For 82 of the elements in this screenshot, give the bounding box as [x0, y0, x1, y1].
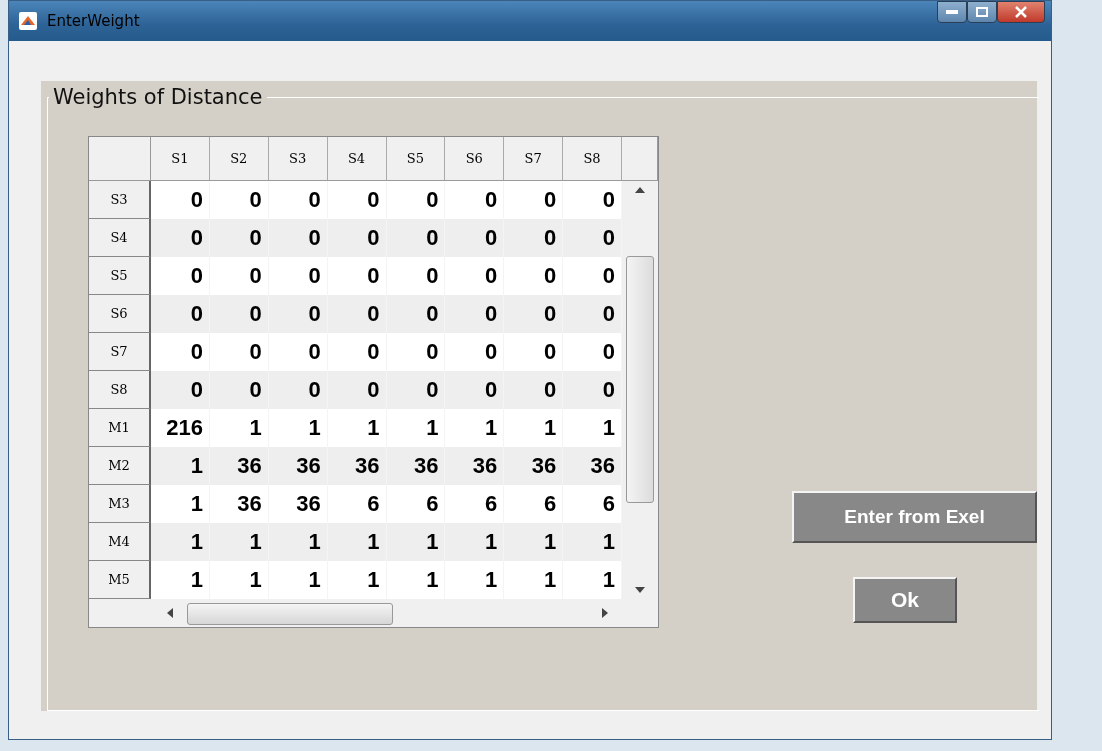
scroll-up-icon[interactable] — [635, 187, 645, 193]
row-header[interactable]: S6 — [89, 295, 151, 333]
table-cell[interactable]: 0 — [445, 181, 505, 219]
table-cell[interactable]: 0 — [386, 257, 446, 295]
table-cell[interactable]: 0 — [209, 181, 269, 219]
table-cell[interactable]: 0 — [445, 333, 505, 371]
row-header[interactable]: M3 — [89, 485, 151, 523]
table-cell[interactable]: 6 — [563, 485, 622, 523]
table-cell[interactable]: 0 — [268, 333, 328, 371]
table-cell[interactable]: 0 — [209, 257, 269, 295]
table-cell[interactable]: 0 — [504, 181, 564, 219]
column-header[interactable]: S1 — [151, 137, 210, 181]
column-header[interactable]: S3 — [268, 137, 328, 181]
table-cell[interactable]: 6 — [327, 485, 387, 523]
column-header[interactable]: S7 — [504, 137, 564, 181]
table-cell[interactable]: 0 — [209, 333, 269, 371]
table-cell[interactable]: 0 — [504, 333, 564, 371]
table-cell[interactable]: 36 — [268, 485, 328, 523]
table-cell[interactable]: 216 — [151, 409, 210, 447]
table-cell[interactable]: 1 — [386, 409, 446, 447]
table-cell[interactable]: 0 — [151, 181, 210, 219]
table-cell[interactable]: 1 — [445, 561, 505, 599]
table-cell[interactable]: 1 — [151, 561, 210, 599]
table-cell[interactable]: 1 — [327, 561, 387, 599]
window-title: EnterWeight — [47, 12, 140, 30]
row-header[interactable]: S7 — [89, 333, 151, 371]
table-cell[interactable]: 0 — [151, 333, 210, 371]
row-header[interactable]: M5 — [89, 561, 151, 599]
table-cell[interactable]: 0 — [327, 257, 387, 295]
table-cell[interactable]: 0 — [386, 181, 446, 219]
table-cell[interactable]: 6 — [386, 485, 446, 523]
table-cell[interactable]: 36 — [209, 485, 269, 523]
panel-title: Weights of Distance — [49, 85, 267, 109]
table-cell[interactable]: 1 — [386, 561, 446, 599]
table-cell[interactable]: 0 — [327, 333, 387, 371]
maximize-button[interactable] — [967, 1, 997, 23]
table-cell[interactable]: 0 — [268, 257, 328, 295]
table-cell[interactable]: 1 — [445, 409, 505, 447]
table-cell[interactable]: 1 — [563, 561, 622, 599]
table-cell[interactable]: 0 — [151, 257, 210, 295]
row-header[interactable]: S3 — [89, 181, 151, 219]
table-cell[interactable]: 6 — [445, 485, 505, 523]
table-cell[interactable]: 0 — [504, 257, 564, 295]
table-cell[interactable]: 0 — [445, 257, 505, 295]
minimize-button[interactable] — [937, 1, 967, 23]
table-cell[interactable]: 0 — [563, 333, 622, 371]
scroll-right-icon[interactable] — [602, 608, 608, 618]
table-cell[interactable]: 1 — [209, 409, 269, 447]
table-cell[interactable]: 1 — [327, 409, 387, 447]
table-cell[interactable]: 1 — [209, 561, 269, 599]
close-icon — [1015, 6, 1027, 18]
table-cell[interactable]: 0 — [386, 333, 446, 371]
table-cell[interactable]: 1 — [151, 485, 210, 523]
table-cell[interactable]: 0 — [563, 257, 622, 295]
row-header[interactable]: M2 — [89, 447, 151, 485]
row-header[interactable]: M4 — [89, 523, 151, 561]
row-header[interactable]: S4 — [89, 219, 151, 257]
maximize-icon — [976, 7, 988, 17]
column-header[interactable]: S8 — [563, 137, 622, 181]
table-cell[interactable]: 1 — [504, 561, 564, 599]
column-header[interactable]: S5 — [386, 137, 446, 181]
column-header[interactable]: S4 — [327, 137, 387, 181]
scroll-left-icon[interactable] — [167, 608, 173, 618]
scroll-down-icon[interactable] — [635, 587, 645, 593]
row-header[interactable]: S5 — [89, 257, 151, 295]
ok-button[interactable]: Ok — [853, 577, 957, 623]
table-cell[interactable]: 6 — [504, 485, 564, 523]
row-header[interactable]: S8 — [89, 371, 151, 409]
table-cell[interactable]: 1 — [504, 409, 564, 447]
table-cell[interactable]: 0 — [327, 181, 387, 219]
table-cell[interactable]: 1 — [268, 561, 328, 599]
table-cell[interactable]: 0 — [268, 181, 328, 219]
minimize-icon — [946, 10, 958, 14]
close-button[interactable] — [997, 1, 1045, 23]
import-button[interactable]: Enter from Exel — [792, 491, 1037, 543]
table-cell[interactable]: 0 — [563, 181, 622, 219]
column-header[interactable]: S6 — [445, 137, 505, 181]
table-cell[interactable]: 1 — [268, 409, 328, 447]
row-header[interactable]: M1 — [89, 409, 151, 447]
table-cell[interactable]: 1 — [563, 409, 622, 447]
column-header[interactable]: S2 — [209, 137, 269, 181]
app-logo-icon — [19, 12, 37, 30]
